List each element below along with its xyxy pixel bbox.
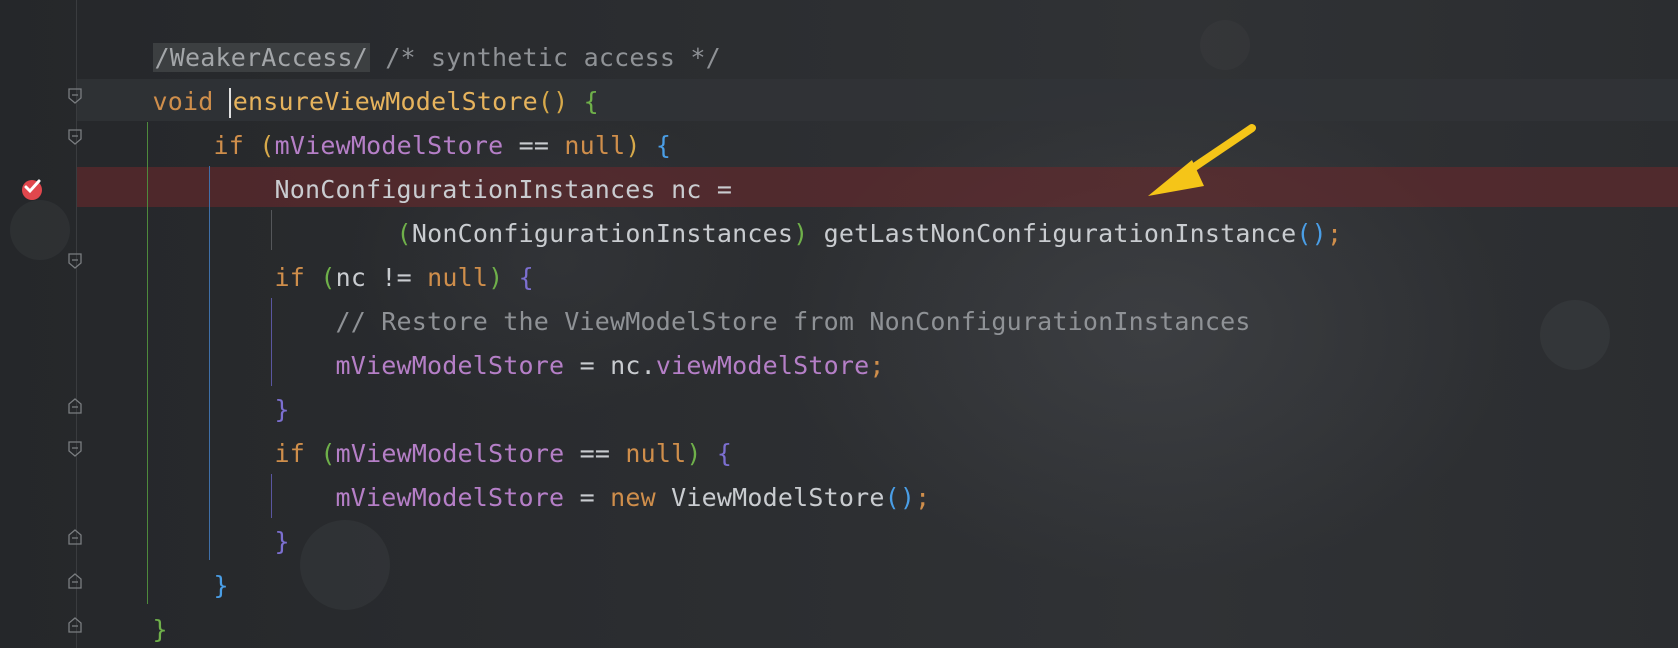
- code-editor[interactable]: /WeakerAccess/ /* synthetic access */ vo…: [0, 0, 1678, 648]
- field: mViewModelStore: [335, 439, 565, 468]
- code-line[interactable]: if (mViewModelStore == null) {: [0, 124, 1678, 168]
- code-line[interactable]: if (nc != null) {: [0, 256, 1678, 300]
- type-name: NonConfigurationInstances: [411, 219, 794, 248]
- code-line[interactable]: }: [0, 608, 1678, 648]
- keyword: null: [625, 439, 687, 468]
- semicolon: ;: [915, 483, 931, 512]
- keyword: if: [213, 131, 245, 160]
- comment: /* synthetic access */: [370, 43, 721, 72]
- operator: ==: [503, 131, 565, 160]
- keyword: void: [152, 87, 214, 116]
- brace: }: [213, 571, 229, 600]
- constructor-call: ViewModelStore: [655, 483, 885, 512]
- field: viewModelStore: [655, 351, 870, 380]
- annotation-arrow-icon: [1148, 124, 1256, 196]
- brace: {: [518, 263, 534, 292]
- parenthesis: ): [488, 263, 504, 292]
- field: mViewModelStore: [335, 483, 565, 512]
- brace: {: [583, 87, 599, 116]
- code-line[interactable]: /WeakerAccess/ /* synthetic access */: [0, 36, 1678, 80]
- operator: ==: [564, 439, 626, 468]
- code-line-breakpoint[interactable]: NonConfigurationInstances nc =: [0, 168, 1678, 212]
- keyword: null: [427, 263, 489, 292]
- brace: {: [655, 131, 672, 160]
- parentheses: (): [1296, 219, 1327, 248]
- keyword: if: [274, 439, 306, 468]
- parenthesis: ): [625, 131, 641, 160]
- field: mViewModelStore: [274, 131, 504, 160]
- statement: NonConfigurationInstances nc =: [274, 175, 733, 204]
- assignment: = nc.: [564, 351, 656, 380]
- parenthesis: (: [396, 219, 412, 248]
- keyword: null: [564, 131, 626, 160]
- code-area[interactable]: /WeakerAccess/ /* synthetic access */ vo…: [0, 36, 1678, 648]
- brace: }: [274, 395, 290, 424]
- code-line[interactable]: // Restore the ViewModelStore from NonCo…: [0, 300, 1678, 344]
- parenthesis: (: [320, 439, 336, 468]
- code-line[interactable]: }: [0, 520, 1678, 564]
- field: mViewModelStore: [335, 351, 565, 380]
- semicolon: ;: [869, 351, 885, 380]
- assignment: =: [564, 483, 611, 512]
- parenthesis: ): [686, 439, 702, 468]
- annotation-inspection: /WeakerAccess/: [152, 43, 371, 72]
- semicolon: ;: [1326, 219, 1343, 248]
- code-line[interactable]: (NonConfigurationInstances) getLastNonCo…: [0, 212, 1678, 256]
- brace: }: [152, 615, 168, 644]
- code-line[interactable]: }: [0, 388, 1678, 432]
- code-line[interactable]: void ensureViewModelStore() {: [0, 80, 1678, 124]
- keyword: new: [610, 483, 656, 512]
- code-line[interactable]: mViewModelStore = nc.viewModelStore;: [0, 344, 1678, 388]
- code-line[interactable]: if (mViewModelStore == null) {: [0, 432, 1678, 476]
- parentheses: (): [884, 483, 916, 512]
- brace: {: [716, 439, 733, 468]
- keyword: if: [274, 263, 306, 292]
- brace: }: [274, 527, 290, 556]
- method-call: getLastNonConfigurationInstance: [808, 219, 1297, 248]
- code-line[interactable]: mViewModelStore = new ViewModelStore();: [0, 476, 1678, 520]
- parenthesis: (: [320, 263, 336, 292]
- expression: nc !=: [335, 263, 428, 292]
- code-line[interactable]: }: [0, 564, 1678, 608]
- method-name: ensureViewModelStore: [232, 87, 538, 116]
- parenthesis: (: [259, 131, 275, 160]
- parenthesis: ): [793, 219, 809, 248]
- text-caret: [228, 88, 231, 118]
- comment: // Restore the ViewModelStore from NonCo…: [335, 307, 1251, 336]
- parentheses: (): [537, 87, 569, 116]
